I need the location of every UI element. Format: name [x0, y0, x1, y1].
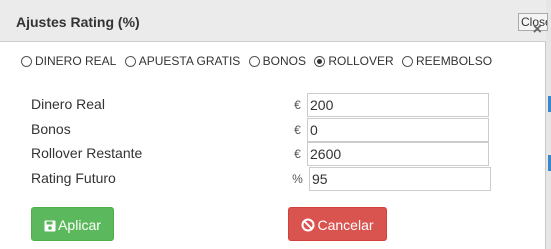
field-label: Dinero Real [31, 96, 105, 112]
field-row-rating-futuro: Rating Futuro % [0, 167, 546, 191]
radio-label: ROLLOVER [328, 54, 394, 68]
dialog-title: Ajustes Rating (%) [16, 14, 140, 30]
field-label: Rollover Restante [31, 145, 143, 161]
radio-label: REEMBOLSO [416, 54, 493, 68]
cancel-button[interactable]: Cancelar [288, 207, 387, 241]
close-icon[interactable]: × [533, 22, 542, 38]
currency-addon: € [294, 147, 301, 161]
radio-rollover[interactable]: ROLLOVER [314, 54, 394, 68]
apply-button[interactable]: Aplicar [31, 207, 114, 241]
radio-circle[interactable] [21, 56, 32, 67]
field-row-rollover-restante: Rollover Restante € [0, 142, 546, 166]
floppy-disk-icon [44, 220, 56, 232]
ban-icon [301, 218, 315, 232]
radio-reembolso[interactable]: REEMBOLSO [402, 54, 492, 68]
field-row-dinero-real: Dinero Real € [0, 93, 546, 117]
radio-label: BONOS [262, 54, 306, 68]
rating-futuro-input[interactable] [309, 167, 491, 191]
dinero-real-input[interactable] [307, 93, 489, 117]
radio-dinero-real[interactable]: DINERO REAL [21, 54, 116, 68]
radio-apuesta-gratis[interactable]: APUESTA GRATIS [124, 54, 241, 68]
background-page-edge [546, 0, 551, 249]
mode-radio-group: DINERO REAL APUESTA GRATIS BONOS ROLLOVE… [21, 54, 497, 68]
rollover-restante-input[interactable] [307, 142, 489, 166]
radio-circle[interactable] [124, 56, 136, 67]
rating-settings-dialog: Ajustes Rating (%) Close × DINERO REAL A… [0, 0, 548, 249]
currency-addon: € [294, 98, 301, 112]
radio-circle[interactable] [248, 56, 260, 67]
radio-bonos[interactable]: BONOS [248, 54, 306, 68]
apply-button-label: Aplicar [58, 217, 101, 233]
currency-addon: € [294, 123, 301, 137]
percent-addon: % [292, 172, 303, 186]
radio-label: DINERO REAL [35, 54, 117, 68]
field-label: Rating Futuro [31, 170, 116, 186]
radio-circle-selected[interactable] [314, 56, 326, 67]
radio-circle[interactable] [402, 56, 414, 67]
cancel-button-label: Cancelar [317, 217, 374, 233]
bonos-input[interactable] [307, 118, 489, 142]
field-row-bonos: Bonos € [0, 118, 546, 142]
field-label: Bonos [31, 121, 71, 137]
dialog-titlebar: Ajustes Rating (%) Close × [0, 0, 548, 42]
radio-label: APUESTA GRATIS [138, 54, 241, 68]
